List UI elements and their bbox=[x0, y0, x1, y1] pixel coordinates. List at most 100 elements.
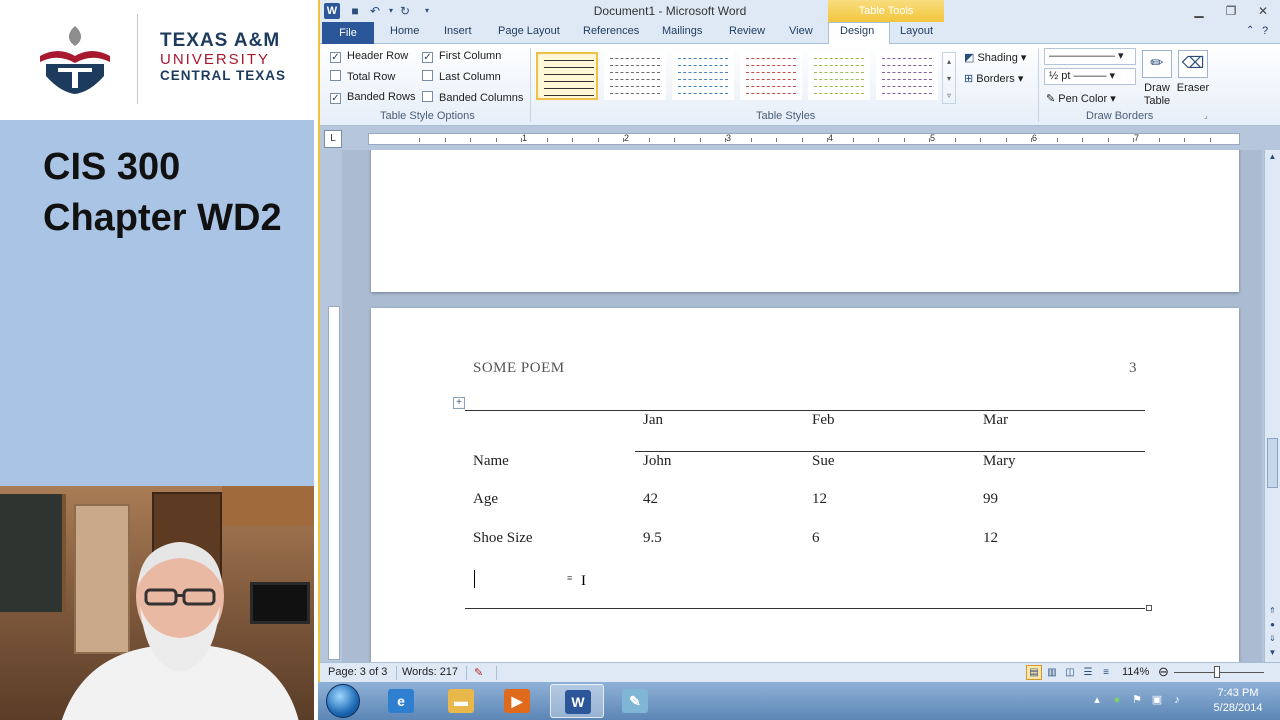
tab-selector-icon[interactable]: L bbox=[324, 130, 342, 148]
draw-table-icon[interactable]: ✏ bbox=[1142, 50, 1172, 78]
table-style-thumbnail[interactable] bbox=[536, 52, 598, 100]
minimize-ribbon-icon[interactable]: ⌃ bbox=[1246, 25, 1254, 36]
table-cell[interactable]: 12 bbox=[812, 491, 827, 508]
restore-icon[interactable]: ❐ bbox=[1218, 2, 1244, 20]
eraser-icon[interactable]: ⌫ bbox=[1178, 50, 1208, 78]
network-icon[interactable]: ▣ bbox=[1150, 693, 1164, 707]
clock-date[interactable]: 5/28/2014 bbox=[1200, 702, 1276, 714]
taskbar-file-explorer[interactable]: ▬ bbox=[434, 684, 488, 718]
zoom-level[interactable]: 114% bbox=[1122, 666, 1149, 678]
taskbar-internet-explorer[interactable]: e bbox=[374, 684, 428, 718]
last-column-checkbox[interactable]: Last Column bbox=[422, 70, 501, 83]
table-move-handle-icon[interactable]: + bbox=[453, 397, 465, 409]
banded-columns-checkbox[interactable]: Banded Columns bbox=[422, 91, 523, 104]
table-cell[interactable]: Sue bbox=[812, 453, 835, 470]
tray-app-icon[interactable]: ● bbox=[1110, 693, 1124, 707]
action-center-flag-icon[interactable]: ⚑ bbox=[1130, 693, 1144, 707]
document-page-previous[interactable] bbox=[371, 150, 1239, 292]
scrollbar-thumb[interactable] bbox=[1267, 438, 1278, 488]
tab-insert[interactable]: Insert bbox=[444, 25, 472, 37]
page-count-status[interactable]: Page: 3 of 3 bbox=[328, 666, 387, 678]
table-cell[interactable]: Name bbox=[473, 453, 509, 470]
clock-time[interactable]: 7:43 PM bbox=[1208, 687, 1268, 699]
tray-expand-icon[interactable]: ▴ bbox=[1090, 693, 1104, 707]
help-icon[interactable]: ? bbox=[1262, 25, 1268, 37]
tab-home[interactable]: Home bbox=[390, 25, 419, 37]
first-column-checkbox[interactable]: ✓ First Column bbox=[422, 50, 501, 63]
table-style-thumbnail[interactable] bbox=[604, 52, 666, 100]
draft-view-icon[interactable]: ≡ bbox=[1098, 665, 1114, 680]
tab-references[interactable]: References bbox=[583, 25, 639, 37]
select-browse-object-icon[interactable]: ● bbox=[1267, 620, 1278, 632]
full-screen-reading-icon[interactable]: ▥ bbox=[1044, 665, 1060, 680]
tab-mailings[interactable]: Mailings bbox=[662, 25, 702, 37]
thumbnail-line bbox=[610, 72, 660, 73]
document-area: SOME POEM 3 + Jan Feb Mar Name John Sue … bbox=[342, 150, 1262, 662]
thumbnail-line bbox=[746, 65, 796, 66]
document-page-current[interactable]: SOME POEM 3 + Jan Feb Mar Name John Sue … bbox=[371, 308, 1239, 662]
vertical-scrollbar[interactable]: ▲ ⇑ ● ⇓ ▼ bbox=[1264, 150, 1280, 662]
table-cell[interactable]: 12 bbox=[983, 530, 998, 547]
table-style-thumbnail[interactable] bbox=[672, 52, 734, 100]
table-cell[interactable]: Mary bbox=[983, 453, 1016, 470]
table-cell[interactable]: 99 bbox=[983, 491, 998, 508]
start-button-icon[interactable] bbox=[326, 684, 360, 718]
tab-review[interactable]: Review bbox=[729, 25, 765, 37]
minimize-icon[interactable]: ▁ bbox=[1186, 2, 1212, 20]
ruler-tick bbox=[648, 138, 650, 142]
tab-view[interactable]: View bbox=[789, 25, 813, 37]
table-style-thumbnail[interactable] bbox=[740, 52, 802, 100]
horizontal-ruler[interactable]: 1 2 3 4 5 6 7 bbox=[368, 133, 1240, 145]
table-cell[interactable]: Shoe Size bbox=[473, 530, 533, 547]
table-style-thumbnail[interactable] bbox=[876, 52, 938, 100]
scroll-down-icon[interactable]: ▼ bbox=[1267, 648, 1278, 660]
pen-color-button[interactable]: ✎ Pen Color ▾ bbox=[1046, 92, 1116, 105]
banded-rows-checkbox[interactable]: ✓ Banded Rows bbox=[330, 91, 416, 104]
table-cell[interactable]: Age bbox=[473, 491, 498, 508]
proofing-icon[interactable]: ✎ bbox=[474, 666, 483, 679]
taskbar-notepad[interactable]: ✎ bbox=[608, 684, 662, 718]
taskbar-media-player[interactable]: ▶ bbox=[490, 684, 544, 718]
shading-button[interactable]: ◩ Shading ▾ bbox=[964, 51, 1026, 64]
tab-page-layout[interactable]: Page Layout bbox=[498, 25, 560, 37]
zoom-out-icon[interactable]: ⊖ bbox=[1158, 664, 1169, 680]
borders-button[interactable]: ⊞ Borders ▾ bbox=[964, 72, 1023, 85]
previous-page-icon[interactable]: ⇑ bbox=[1267, 606, 1278, 618]
volume-icon[interactable]: ♪ bbox=[1170, 693, 1184, 707]
scroll-up-icon[interactable]: ▲ bbox=[1267, 152, 1278, 164]
word-count-status[interactable]: Words: 217 bbox=[402, 666, 458, 678]
line-style-dropdown[interactable]: —————— ▾ bbox=[1044, 48, 1136, 65]
print-layout-view-icon[interactable]: ▤ bbox=[1026, 665, 1042, 680]
next-page-icon[interactable]: ⇓ bbox=[1267, 634, 1278, 646]
tab-design[interactable]: Design bbox=[840, 25, 874, 37]
thumbnail-line bbox=[610, 86, 660, 87]
dialog-launcher-icon[interactable]: ⌟ bbox=[1204, 111, 1208, 120]
table-header-cell[interactable]: Mar bbox=[983, 412, 1008, 429]
zoom-slider-thumb[interactable] bbox=[1214, 666, 1220, 678]
close-icon[interactable]: ✕ bbox=[1250, 2, 1276, 20]
table-resize-handle-icon[interactable] bbox=[1146, 605, 1152, 611]
gallery-scroll-icon[interactable]: ▴ ▾ ▿ bbox=[942, 52, 956, 104]
outline-view-icon[interactable]: ☰ bbox=[1080, 665, 1096, 680]
table-style-thumbnail[interactable] bbox=[808, 52, 870, 100]
tab-layout[interactable]: Layout bbox=[900, 25, 933, 37]
thumbnail-line bbox=[678, 93, 728, 94]
table-header-cell[interactable]: Jan bbox=[643, 412, 663, 429]
total-row-checkbox[interactable]: Total Row bbox=[330, 70, 395, 83]
table-cell[interactable]: 9.5 bbox=[643, 530, 662, 547]
header-row-checkbox[interactable]: ✓ Header Row bbox=[330, 50, 408, 63]
web-layout-icon[interactable]: ◫ bbox=[1062, 665, 1078, 680]
checkmark-icon: ✓ bbox=[422, 52, 433, 63]
table-cell[interactable]: 6 bbox=[812, 530, 820, 547]
thumbnail-line bbox=[882, 93, 932, 94]
unchecked-box-icon bbox=[422, 91, 433, 102]
table-header-cell[interactable]: Feb bbox=[812, 412, 835, 429]
ruler-tick bbox=[495, 138, 497, 142]
tab-file[interactable]: File bbox=[322, 22, 374, 44]
table-cell[interactable]: John bbox=[643, 453, 671, 470]
taskbar-word[interactable]: W bbox=[550, 684, 604, 718]
running-header-title: SOME POEM bbox=[473, 360, 565, 376]
vertical-ruler[interactable] bbox=[328, 306, 340, 660]
table-cell[interactable]: 42 bbox=[643, 491, 658, 508]
line-weight-dropdown[interactable]: ½ pt ——— ▾ bbox=[1044, 68, 1136, 85]
